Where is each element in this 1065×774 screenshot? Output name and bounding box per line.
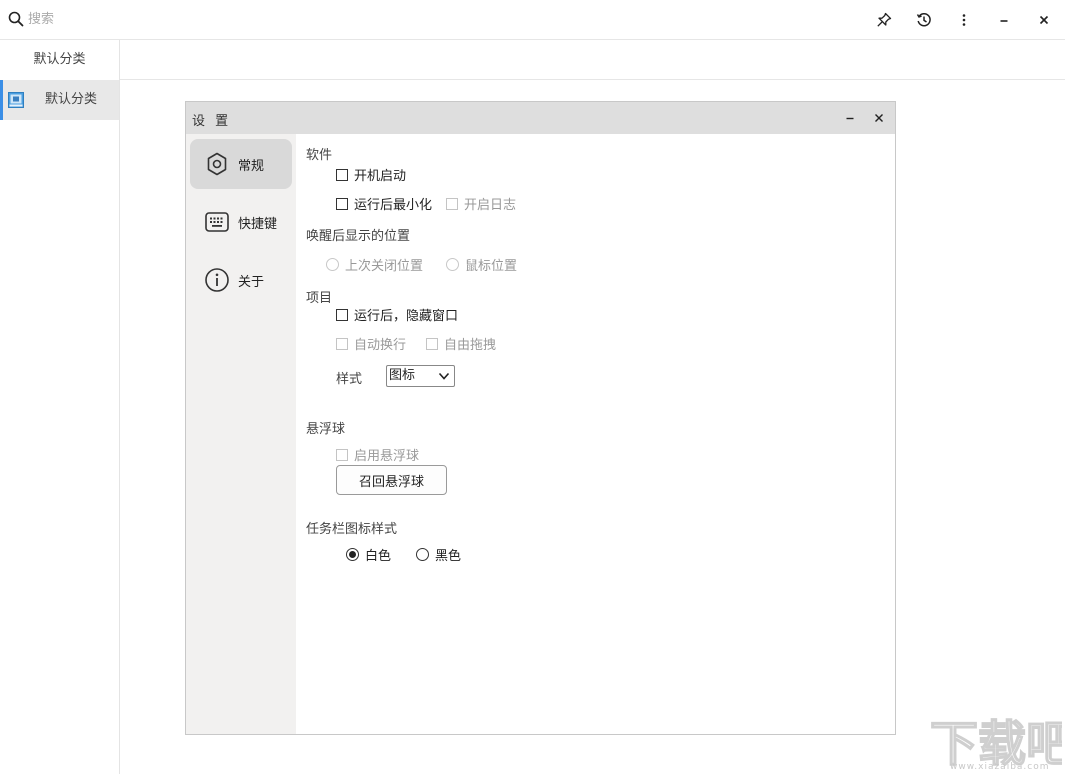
auto-wrap-checkbox[interactable]: 自动换行: [336, 334, 406, 353]
gear-icon: [207, 152, 227, 176]
checkbox-label: 运行后最小化: [354, 198, 433, 213]
autostart-checkbox[interactable]: 开机启动: [336, 165, 406, 184]
search-icon: [8, 11, 24, 27]
history-button[interactable]: [912, 8, 936, 32]
checkbox-box[interactable]: [446, 197, 458, 210]
checkbox-box[interactable]: [426, 337, 438, 350]
info-icon: [205, 268, 229, 292]
sidebar: 默认分类 默认分类: [0, 40, 120, 774]
checkbox-box[interactable]: [336, 168, 348, 181]
checkbox-label: 启用悬浮球: [354, 449, 420, 464]
nav-item-about[interactable]: 关于: [190, 255, 292, 305]
checkbox-label: 开机启动: [354, 169, 407, 184]
radio-circle[interactable]: [446, 258, 459, 271]
close-button[interactable]: [1032, 8, 1056, 32]
section-title-taskbar: 任务栏图标样式: [306, 522, 398, 537]
close-icon: [1039, 15, 1049, 25]
mouse-position-radio[interactable]: 鼠标位置: [446, 255, 517, 274]
free-drag-checkbox[interactable]: 自由拖拽: [426, 334, 496, 353]
recall-float-ball-button[interactable]: 召回悬浮球: [336, 465, 447, 495]
nav-item-shortcuts[interactable]: 快捷键: [190, 197, 292, 247]
pin-button[interactable]: [872, 8, 896, 32]
section-title-wake-position: 唤醒后显示的位置: [306, 229, 411, 244]
nav-label: 常规: [238, 158, 265, 174]
style-select-value: 图标: [389, 368, 416, 383]
close-icon: [875, 114, 883, 122]
nav-label: 关于: [238, 274, 265, 290]
nav-item-general[interactable]: 常规: [190, 139, 292, 189]
last-closed-position-radio[interactable]: 上次关闭位置: [326, 255, 423, 274]
watermark-brand: 下载吧: [930, 716, 1062, 766]
category-icon: [8, 92, 24, 108]
section-title-software: 软件: [306, 148, 333, 163]
checkbox-label: 运行后，隐藏窗口: [354, 309, 459, 324]
black-icon-radio[interactable]: 黑色: [416, 545, 461, 564]
settings-content: 软件 开机启动 运行后最小化 开启日志 唤醒后显示的位置 上次关闭位置 鼠标位置…: [296, 134, 895, 734]
radio-label: 白色: [365, 549, 392, 564]
radio-circle[interactable]: [416, 548, 429, 561]
pin-icon: [877, 12, 892, 27]
sidebar-header[interactable]: 默认分类: [0, 40, 119, 80]
nav-label: 快捷键: [238, 216, 278, 232]
dialog-minimize-button[interactable]: [840, 108, 860, 128]
watermark-url: www.xiazaiba.com: [950, 762, 1050, 772]
checkbox-box[interactable]: [336, 308, 348, 321]
style-label: 样式: [336, 368, 362, 387]
more-button[interactable]: [952, 8, 976, 32]
checkbox-box[interactable]: [336, 197, 348, 210]
style-label-text: 样式: [336, 372, 363, 387]
settings-nav: 常规 快捷键 关于: [186, 134, 296, 734]
search-input[interactable]: [28, 8, 328, 30]
minimize-icon: [1000, 20, 1008, 22]
checkbox-box[interactable]: [336, 448, 348, 461]
history-icon: [916, 12, 931, 27]
hide-window-checkbox[interactable]: 运行后，隐藏窗口: [336, 305, 458, 324]
checkbox-label: 自动换行: [354, 338, 407, 353]
settings-dialog: 设 置 常规 快捷键 关于 软件 开机启动 运行后最小化 开启日志 唤醒后显示的…: [185, 101, 896, 735]
checkbox-label: 开启日志: [464, 198, 517, 213]
style-select[interactable]: 图标: [386, 365, 455, 387]
watermark-mark: 下载吧: [929, 715, 1065, 773]
dialog-title: 设 置: [192, 114, 232, 129]
enable-float-ball-checkbox[interactable]: 启用悬浮球: [336, 445, 419, 464]
enable-log-checkbox[interactable]: 开启日志: [446, 194, 516, 213]
top-bar: [0, 0, 1065, 40]
section-title-float-ball: 悬浮球: [306, 422, 346, 437]
radio-circle[interactable]: [346, 548, 359, 561]
more-icon: [962, 14, 966, 26]
radio-circle[interactable]: [326, 258, 339, 271]
white-icon-radio[interactable]: 白色: [346, 545, 391, 564]
dialog-titlebar[interactable]: 设 置: [186, 102, 895, 134]
checkbox-box[interactable]: [336, 337, 348, 350]
keyboard-icon: [205, 212, 229, 232]
sidebar-item-label: 默认分类: [45, 92, 98, 107]
section-title-project: 项目: [306, 291, 333, 306]
content-divider: [120, 79, 1065, 80]
radio-label: 鼠标位置: [465, 259, 518, 274]
checkbox-label: 自由拖拽: [444, 338, 497, 353]
chevron-down-icon: [438, 372, 450, 380]
minimize-button[interactable]: [992, 8, 1016, 32]
dialog-close-button[interactable]: [869, 108, 889, 128]
sidebar-item-default-category[interactable]: 默认分类: [0, 80, 119, 120]
watermark-logo: 下载吧 www.xiazaiba.com: [928, 715, 1065, 774]
minimize-icon: [846, 117, 854, 120]
minimize-after-run-checkbox[interactable]: 运行后最小化: [336, 194, 432, 213]
radio-label: 黑色: [435, 549, 462, 564]
radio-label: 上次关闭位置: [345, 259, 424, 274]
